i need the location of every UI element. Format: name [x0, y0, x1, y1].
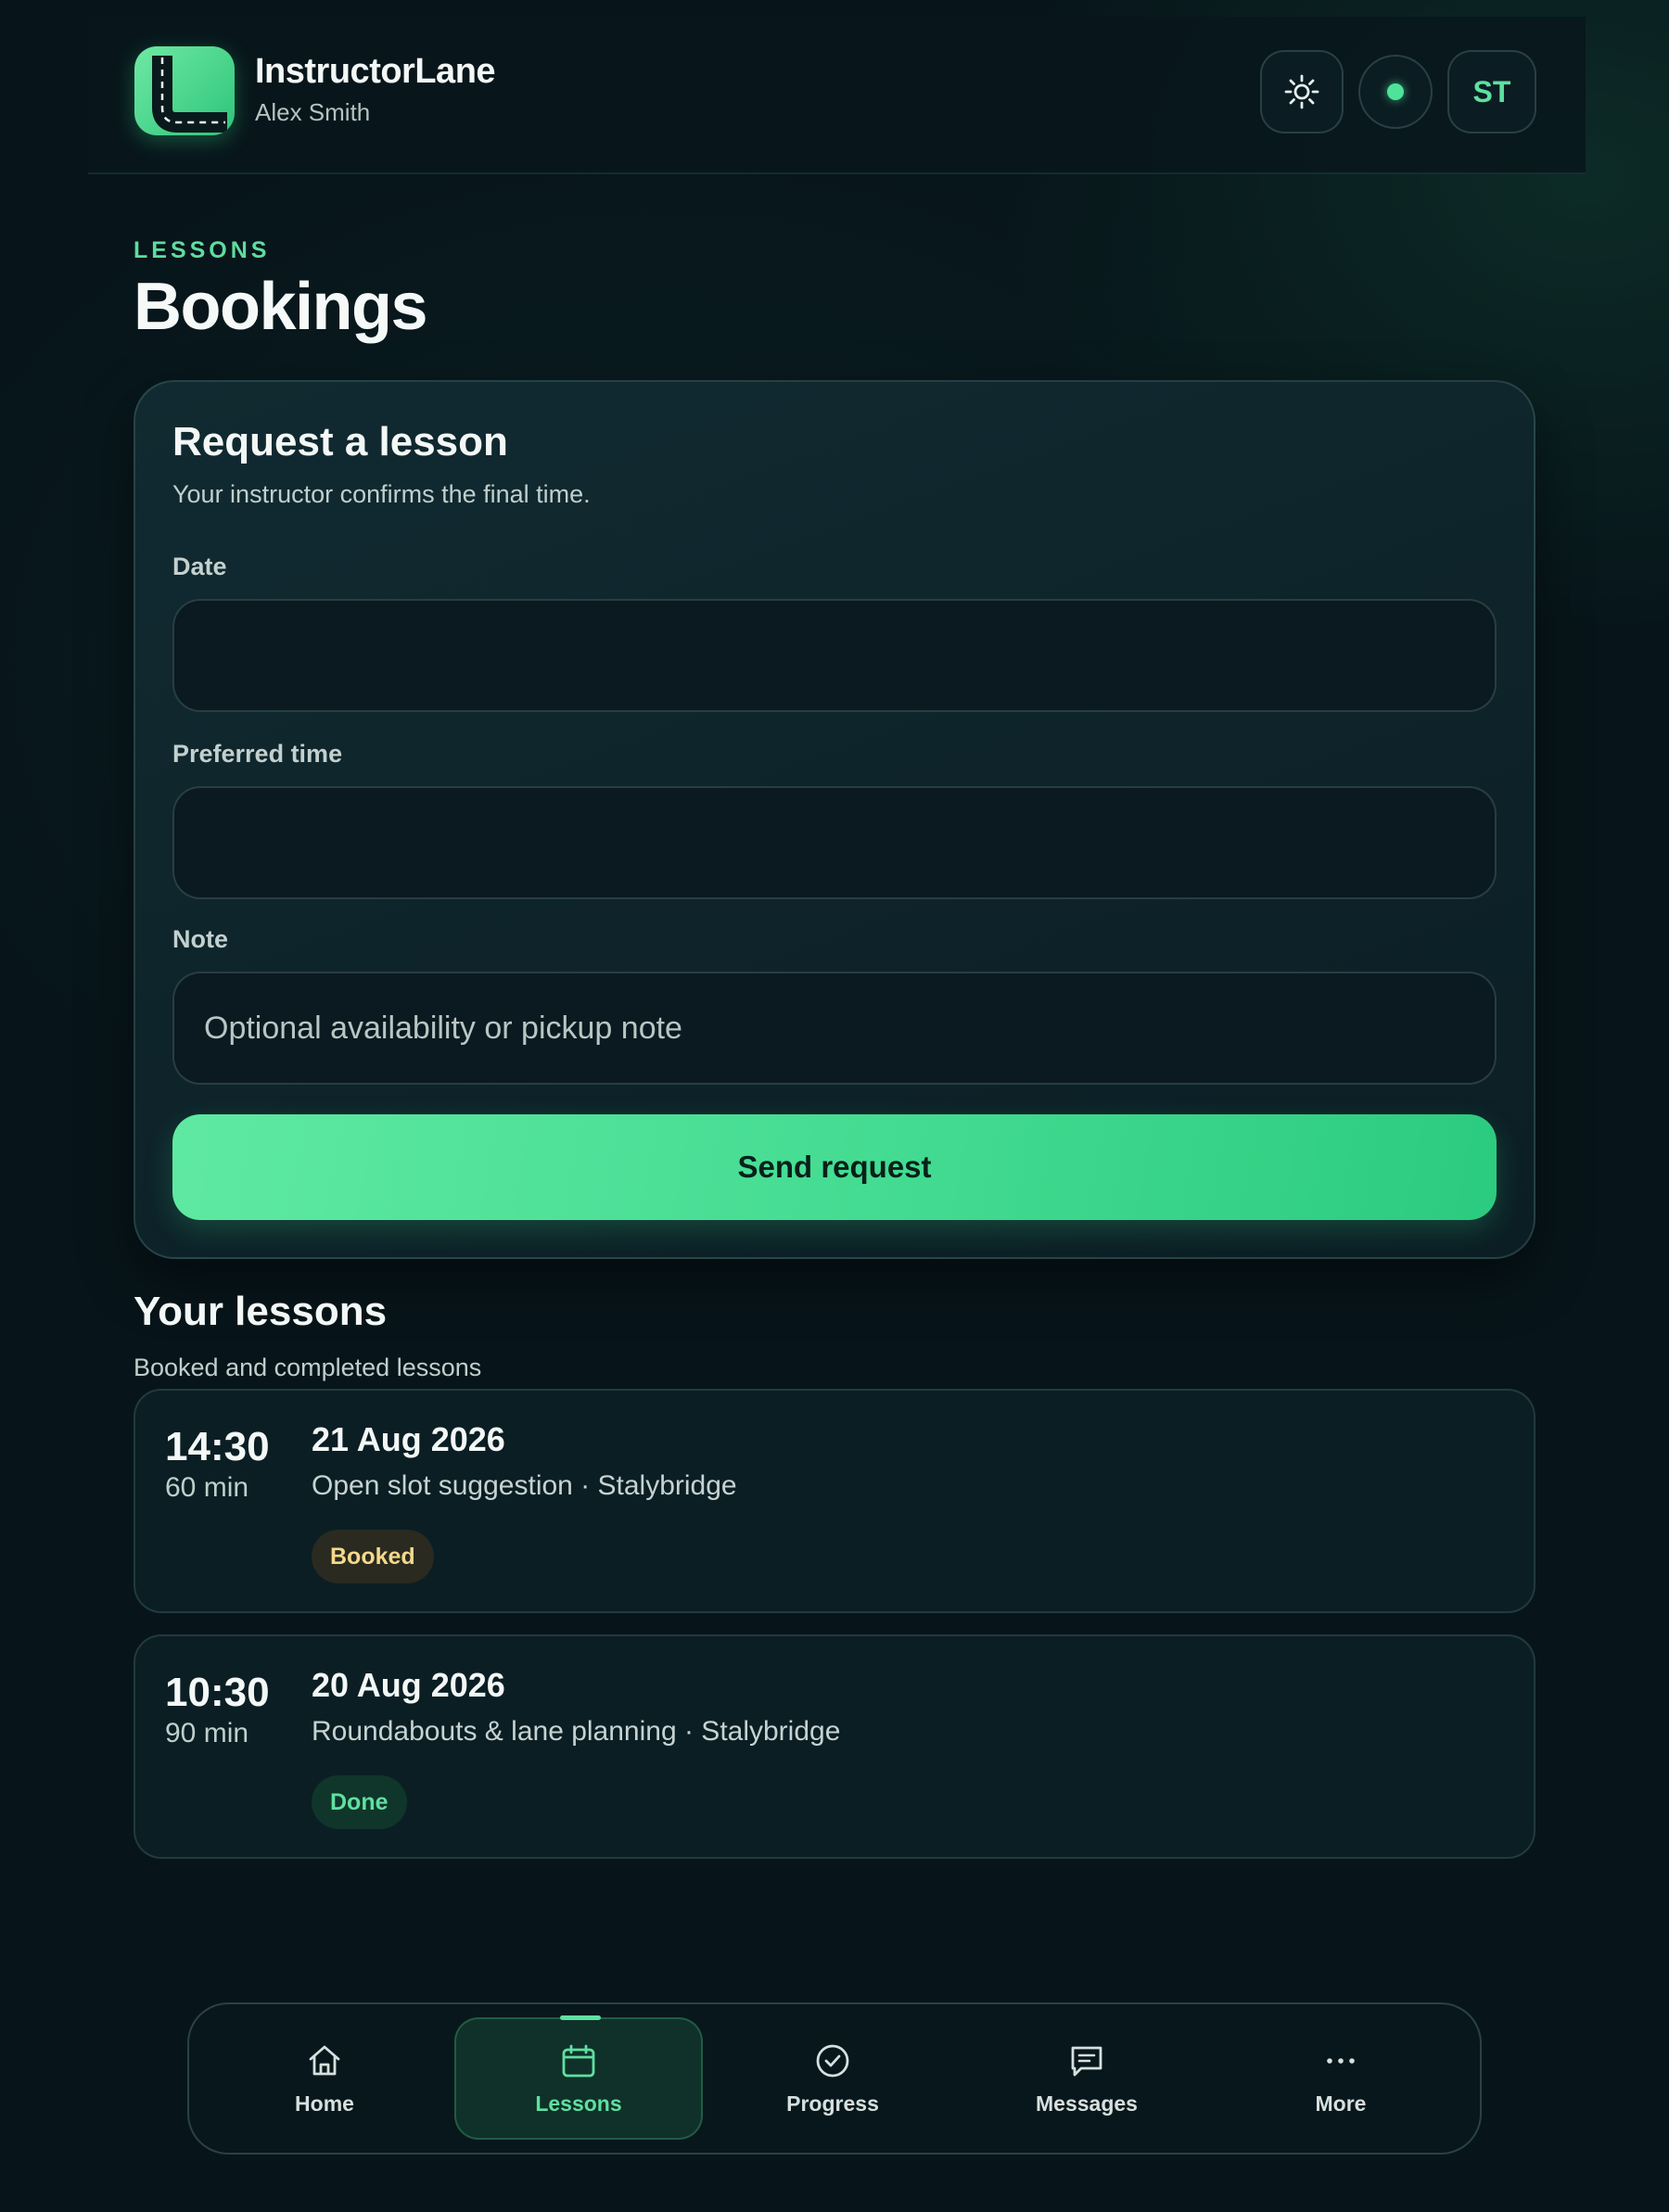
nav-item-messages[interactable]: Messages	[962, 2017, 1211, 2140]
date-label: Date	[172, 553, 227, 580]
status-button[interactable]	[1358, 55, 1433, 129]
lesson-description: Open slot suggestion · Stalybridge	[312, 1470, 737, 1501]
status-badge: Done	[312, 1775, 407, 1829]
app-header: InstructorLane Alex Smith ST	[88, 17, 1586, 174]
note-label: Note	[172, 925, 228, 953]
lesson-date: 20 Aug 2026	[312, 1666, 505, 1704]
nav-label: Progress	[786, 2091, 879, 2116]
time-label: Preferred time	[172, 740, 343, 768]
lesson-time: 14:30	[165, 1424, 270, 1469]
theme-toggle-button[interactable]	[1260, 50, 1344, 133]
nav-item-progress[interactable]: Progress	[708, 2017, 957, 2140]
request-lesson-card: Request a lesson Your instructor confirm…	[134, 380, 1535, 1259]
note-input[interactable]	[172, 972, 1497, 1085]
status-dot-icon	[1387, 83, 1404, 100]
send-request-button[interactable]: Send request	[172, 1114, 1497, 1220]
lessons-subtitle: Booked and completed lessons	[134, 1354, 482, 1381]
page-title: Bookings	[134, 270, 428, 344]
avatar[interactable]: ST	[1447, 50, 1536, 133]
nav-label: Messages	[1036, 2091, 1138, 2116]
nav-label: Lessons	[535, 2091, 622, 2116]
check-circle-icon	[816, 2044, 849, 2077]
lesson-description: Roundabouts & lane planning · Stalybridg…	[312, 1716, 841, 1747]
user-name: Alex Smith	[255, 98, 371, 126]
road-logo-icon[interactable]	[134, 46, 235, 135]
status-badge: Booked	[312, 1530, 434, 1583]
app-name: InstructorLane	[255, 52, 496, 91]
nav-item-home[interactable]: Home	[200, 2017, 449, 2140]
bottom-nav: Home Lessons Progress Messages More	[187, 2002, 1482, 2155]
card-subtitle: Your instructor confirms the final time.	[172, 480, 591, 508]
lesson-duration: 90 min	[165, 1718, 249, 1748]
message-icon	[1071, 2046, 1102, 2076]
lesson-time: 10:30	[165, 1670, 270, 1715]
preferred-time-input[interactable]	[172, 786, 1497, 899]
calendar-icon	[562, 2044, 595, 2077]
more-dots-icon	[1327, 2057, 1355, 2064]
lesson-duration: 60 min	[165, 1472, 249, 1503]
home-icon	[309, 2045, 340, 2075]
lesson-card[interactable]: 10:30 90 min 20 Aug 2026 Roundabouts & l…	[134, 1634, 1535, 1859]
date-input[interactable]	[172, 599, 1497, 712]
card-title: Request a lesson	[172, 419, 508, 464]
nav-label: More	[1315, 2091, 1367, 2116]
sun-icon	[1284, 74, 1319, 109]
page-eyebrow: LESSONS	[134, 237, 271, 263]
lesson-card[interactable]: 14:30 60 min 21 Aug 2026 Open slot sugge…	[134, 1389, 1535, 1613]
nav-item-more[interactable]: More	[1217, 2017, 1465, 2140]
nav-label: Home	[295, 2091, 354, 2116]
lesson-date: 21 Aug 2026	[312, 1420, 505, 1458]
nav-item-lessons[interactable]: Lessons	[454, 2015, 703, 2140]
lessons-title: Your lessons	[134, 1289, 388, 1334]
active-indicator	[560, 2015, 601, 2020]
